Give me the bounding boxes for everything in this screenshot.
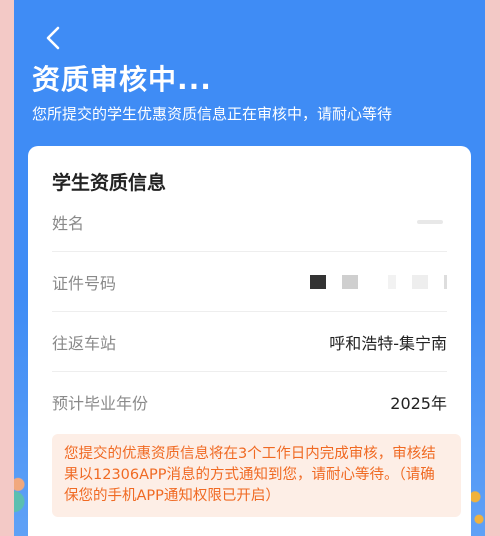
- app-screen: 资质审核中... 您所提交的学生优惠资质信息正在审核中，请耐心等待 学生资质信息…: [14, 0, 485, 536]
- review-notice: 您提交的优惠资质信息将在3个工作日内完成审核，审核结果以12306APP消息的方…: [52, 434, 461, 517]
- row-label: 往返车站: [52, 333, 117, 353]
- row-label: 预计毕业年份: [52, 394, 149, 413]
- row-id-number: 证件号码: [52, 252, 447, 312]
- chevron-left-icon: [46, 26, 60, 50]
- qualification-card: 学生资质信息 姓名 证件号码 往返车站 呼和浩特-集宁南 预计毕业年份 2025…: [28, 146, 471, 536]
- page-title: 资质审核中...: [32, 63, 212, 96]
- row-name: 姓名: [52, 192, 447, 252]
- row-label: 姓名: [52, 213, 85, 233]
- row-value: 呼和浩特-集宁南: [329, 333, 447, 353]
- row-value: 2025年: [390, 394, 447, 413]
- card-title: 学生资质信息: [52, 172, 167, 194]
- row-label: 证件号码: [52, 273, 117, 293]
- masked-id-value: [310, 274, 447, 289]
- back-button[interactable]: [40, 22, 68, 54]
- row-station: 往返车站 呼和浩特-集宁南: [52, 312, 447, 372]
- page-subtitle: 您所提交的学生优惠资质信息正在审核中，请耐心等待: [32, 105, 393, 123]
- masked-name-value: [417, 219, 443, 224]
- row-graduation-year: 预计毕业年份 2025年: [52, 372, 447, 432]
